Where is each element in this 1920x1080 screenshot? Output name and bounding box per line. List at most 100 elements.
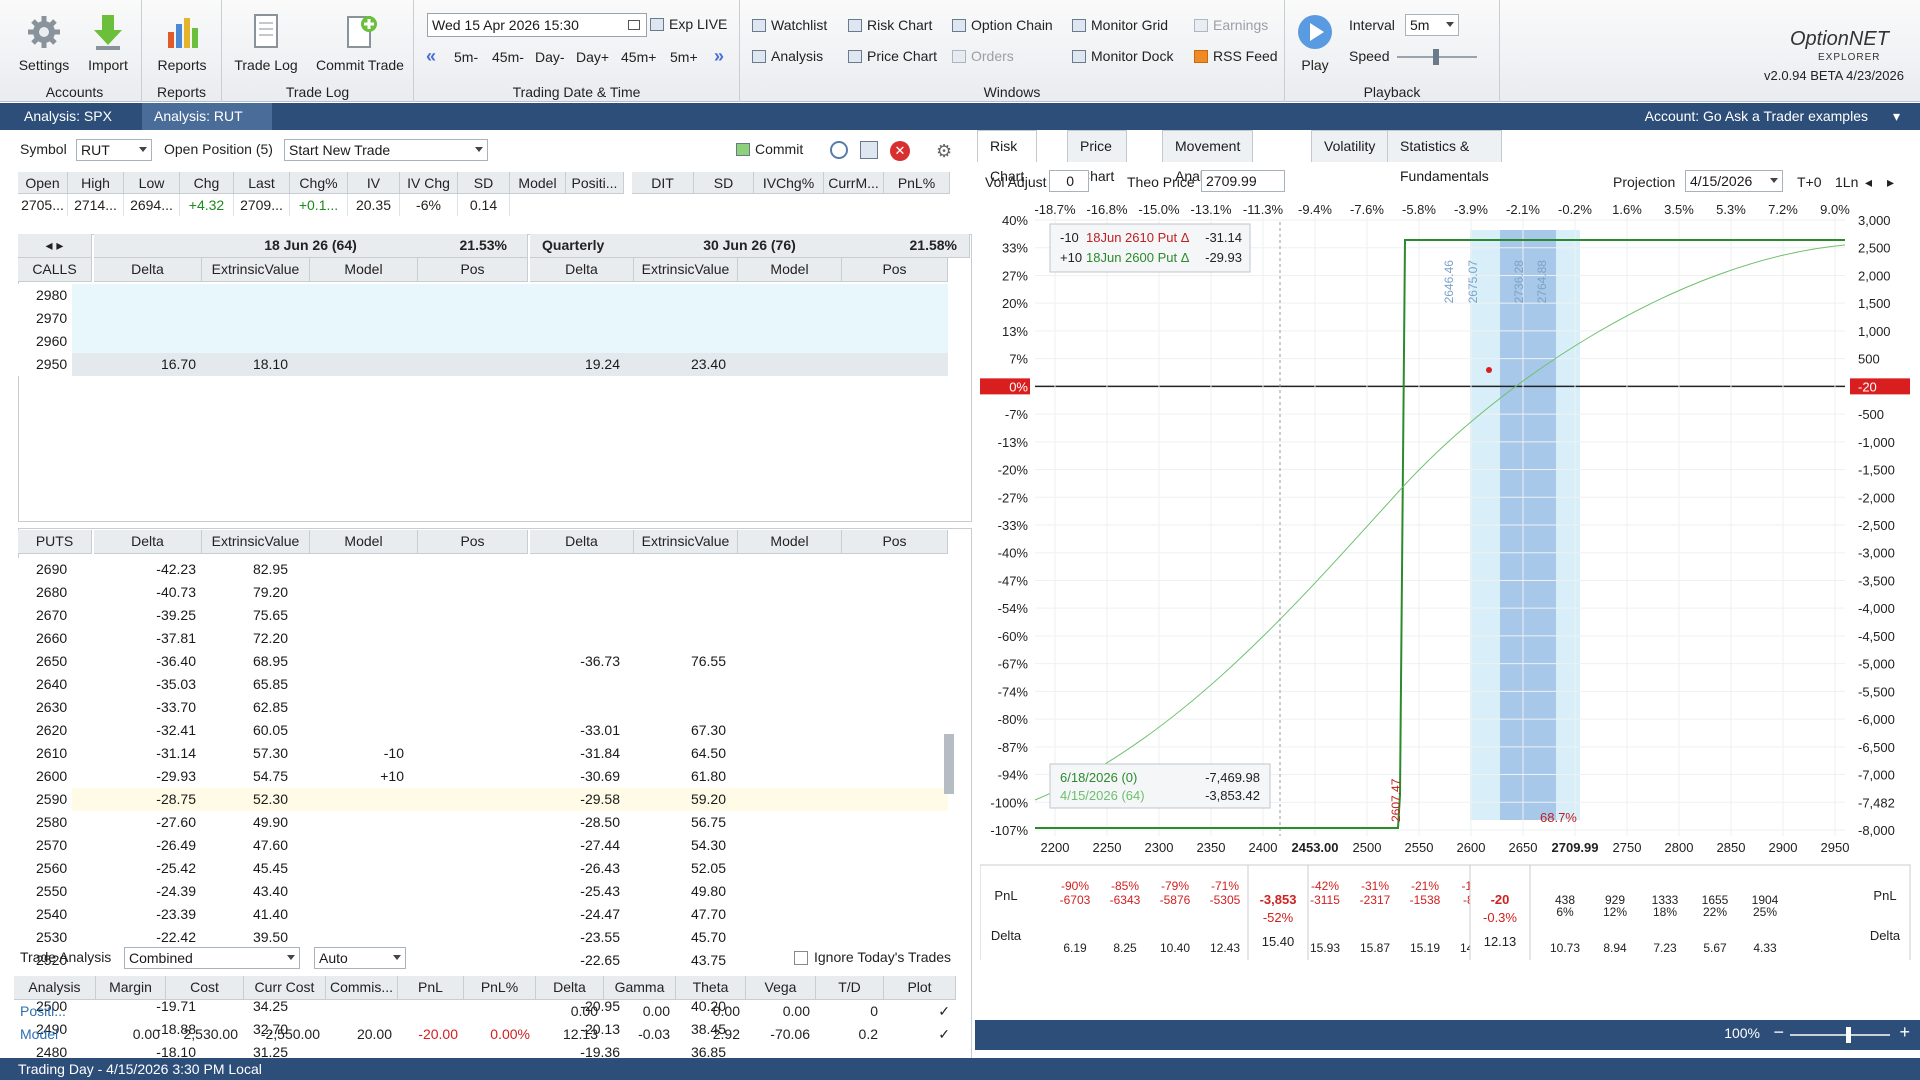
table-row[interactable]: 2600 -29.93 54.75 +10 -30.69 61.80 [18,765,948,788]
option-chain-button[interactable]: Option Chain [952,17,1053,33]
import-button[interactable]: Import [80,12,136,73]
table-row[interactable]: 2980 [18,284,948,307]
delete-icon[interactable]: ✕ [890,141,910,161]
quote-value: 2694... [124,194,180,216]
nav-step-day-forward[interactable]: Day+ [576,49,609,65]
settings-button[interactable]: Settings [16,12,72,73]
greek-value: -85% [1111,879,1139,893]
watchlist-label: Watchlist [771,17,828,33]
ribbon-group-trade-log: Trade Log Commit Trade Trade Log [222,0,414,102]
commit-button[interactable]: Commit [736,141,803,157]
strike-cell: 2970 [18,307,72,330]
nav-step-day-back[interactable]: Day- [535,49,565,65]
copy-icon[interactable] [860,141,878,159]
table-row[interactable]: 2530 -22.42 39.50 -23.55 45.70 [18,926,948,949]
trade-select[interactable]: Start New Trade [284,139,488,161]
speed-slider[interactable] [1397,49,1477,65]
analysis-window-button[interactable]: Analysis [752,48,823,64]
table-row[interactable]: 2670 -39.25 75.65 [18,604,948,627]
table-row[interactable]: 2680 -40.73 79.20 [18,581,948,604]
y-axis-right-label: -7,000 [1858,768,1895,783]
table-row[interactable]: 2960 [18,330,948,353]
commit-icon [736,142,750,156]
monitor-dock-button[interactable]: Monitor Dock [1072,48,1173,64]
monitor-grid-button[interactable]: Monitor Grid [1072,17,1168,33]
nav-step-45m-forward[interactable]: 45m+ [621,49,656,65]
table-row[interactable]: 2690 -42.23 82.95 [18,558,948,581]
table-row[interactable]: 2650 -36.40 68.95 -36.73 76.55 [18,650,948,673]
zoom-slider[interactable] [1790,1027,1890,1043]
greek-value: 12% [1603,905,1627,919]
analysis-cell[interactable]: ✓ [884,1000,956,1022]
top-pct-label: -16.8% [1086,202,1128,217]
search-icon[interactable] [830,141,848,159]
chart-footer: 100% − + [975,1020,1920,1050]
table-row[interactable]: 2970 [18,307,948,330]
risk-chart-window-button[interactable]: Risk Chart [848,17,932,33]
tab-risk-chart[interactable]: Risk Chart [977,130,1038,184]
reports-button[interactable]: Reports [152,12,212,73]
zoom-in-icon[interactable]: + [1899,1022,1910,1043]
puts-scrollbar[interactable] [944,734,954,794]
vol-adjust-input[interactable]: 0 [1049,170,1089,192]
theo-price-input[interactable]: 2709.99 [1201,170,1285,192]
table-row[interactable]: 2570 -26.49 47.60 -27.44 54.30 [18,834,948,857]
ignore-today-checkbox[interactable] [794,951,808,965]
nav-step-5m-forward[interactable]: 5m+ [670,49,698,65]
exp-live-toggle[interactable]: Exp LIVE [650,16,727,32]
watchlist-button[interactable]: Watchlist [752,17,827,33]
analysis-mode-select[interactable]: Combined [124,947,300,969]
table-row[interactable]: 2620 -32.41 60.05 -33.01 67.30 [18,719,948,742]
table-row[interactable]: 2560 -25.42 45.45 -26.43 52.05 [18,857,948,880]
trade-log-button[interactable]: Trade Log [228,12,304,73]
t0-label[interactable]: T+0 [1797,171,1822,193]
table-row[interactable]: 2950 16.70 18.10 19.24 23.40 [18,353,948,376]
datetime-picker[interactable]: Wed 15 Apr 2026 15:30 [427,13,647,37]
nav-step-45m-back[interactable]: 45m- [492,49,524,65]
symbol-select[interactable]: RUT [76,139,152,161]
projection-date-select[interactable]: 4/15/2026 [1685,170,1783,192]
chevron-down-icon[interactable]: ▾ [1881,103,1912,130]
ribbon-group-playback: Play Interval 5m Speed Playback [1285,0,1500,102]
table-row[interactable]: 2550 -24.39 43.40 -25.43 49.80 [18,880,948,903]
nav-back-icon[interactable]: « [426,46,436,67]
calls-nav[interactable]: ◂ ▸ [18,234,92,258]
ln-label[interactable]: 1Ln [1835,171,1858,193]
table-row[interactable]: 2580 -27.60 49.90 -28.50 56.75 [18,811,948,834]
zoom-out-icon[interactable]: − [1773,1022,1784,1043]
commit-trade-label: Commit Trade [316,57,404,73]
chevron-left-icon[interactable]: ◂ [1865,171,1872,193]
commit-trade-button[interactable]: Commit Trade [310,12,410,73]
zoom-slider-handle[interactable] [1846,1027,1851,1043]
analysis-cell[interactable]: ✓ [884,1023,956,1045]
table-row[interactable]: 2660 -37.81 72.20 [18,627,948,650]
risk-chart[interactable]: 40% 3,000 33% 2,500 27% 2,000 20% 1,500 13% 1,000… [980,200,1915,960]
orders-button[interactable]: Orders [952,48,1014,64]
rss-feed-button[interactable]: RSS Feed [1194,48,1278,64]
table-row[interactable]: 2610 -31.14 57.30 -10 -31.84 64.50 [18,742,948,765]
table-row[interactable]: 2590 -28.75 52.30 -29.58 59.20 [18,788,948,811]
nav-forward-icon[interactable]: » [714,46,724,67]
speed-slider-handle[interactable] [1433,49,1439,65]
chevron-right-icon[interactable]: ▸ [1887,171,1894,193]
greek-value: 18% [1653,905,1677,919]
earnings-button[interactable]: Earnings [1194,17,1268,33]
price-chart-window-button[interactable]: Price Chart [848,48,937,64]
tab-analysis-spx[interactable]: Analysis: SPX [12,103,124,130]
tab-analysis-rut[interactable]: Analysis: RUT ✕ [142,103,272,151]
tab-statistics-fundamentals[interactable]: Statistics & Fundamentals [1387,130,1502,184]
gear-icon[interactable]: ⚙ [936,141,952,162]
tab-price-chart[interactable]: Price Chart [1067,130,1128,184]
tab-volatility[interactable]: Volatility [1311,130,1389,162]
extrinsic-cell: 52.05 [690,860,726,876]
table-row[interactable]: 2640 -35.03 65.85 [18,673,948,696]
play-button[interactable]: Play [1291,12,1339,73]
table-row[interactable]: 2630 -33.70 62.85 [18,696,948,719]
tab-movement-analysis[interactable]: Movement Analysis [1162,130,1254,184]
table-row[interactable]: 2540 -23.39 41.40 -24.47 47.70 [18,903,948,926]
model-cell [310,788,410,811]
y-axis-right-label: -6,000 [1858,712,1895,727]
interval-select[interactable]: 5m [1405,14,1459,36]
nav-step-5m-back[interactable]: 5m- [454,49,478,65]
analysis-scale-select[interactable]: Auto [314,947,406,969]
